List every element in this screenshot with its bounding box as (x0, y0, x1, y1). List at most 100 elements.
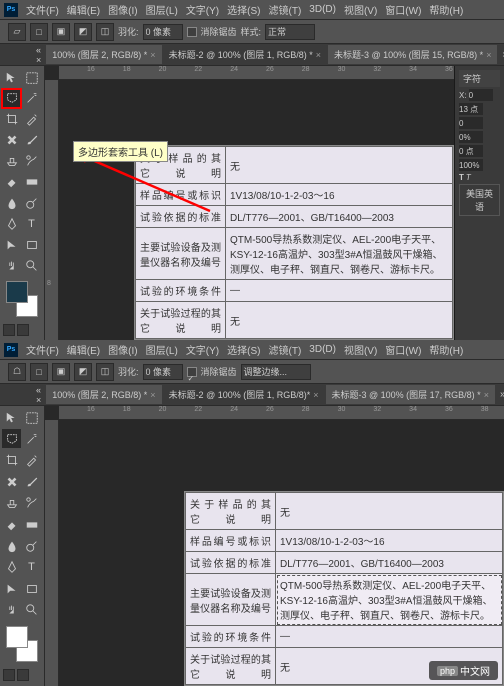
close-icon[interactable]: × (313, 390, 318, 400)
tab-overflow-icon[interactable]: » (496, 389, 504, 400)
hand-tool-icon[interactable] (2, 256, 21, 275)
spot-heal-tool-icon[interactable] (2, 131, 21, 150)
menu-layer[interactable]: 图层(L) (142, 340, 182, 359)
menu-edit[interactable]: 编辑(E) (63, 0, 104, 19)
close-icon[interactable]: × (150, 390, 155, 400)
text-italic-icon[interactable]: T (466, 173, 471, 182)
close-icon[interactable]: × (150, 50, 155, 60)
panel-tab-character[interactable]: 字符 (459, 70, 500, 87)
boolean-new-icon[interactable]: □ (30, 363, 48, 381)
path-select-tool-icon[interactable] (2, 579, 21, 598)
canvas[interactable]: 161820222426283032343638404244 8 多边形套索工具… (45, 66, 454, 340)
pen-tool-icon[interactable] (2, 214, 21, 233)
lasso-tool-icon[interactable] (2, 89, 21, 108)
boolean-new-icon[interactable]: □ (30, 23, 48, 41)
crop-tool-icon[interactable] (2, 451, 21, 470)
gradient-tool-icon[interactable] (22, 173, 41, 192)
text-bold-icon[interactable]: T (459, 173, 464, 182)
close-icon[interactable]: × (486, 50, 491, 60)
move-tool-icon[interactable] (2, 408, 21, 427)
foreground-color[interactable] (6, 626, 28, 648)
path-select-tool-icon[interactable] (2, 235, 21, 254)
boolean-subtract-icon[interactable]: ◩ (74, 363, 92, 381)
color-swatch[interactable] (6, 281, 38, 317)
menu-filter[interactable]: 滤镜(T) (265, 0, 306, 19)
eyedropper-tool-icon[interactable] (22, 110, 41, 129)
type-tool-icon[interactable]: T (22, 558, 41, 577)
antialias-checkbox[interactable] (187, 27, 197, 37)
menu-view[interactable]: 视图(V) (340, 0, 381, 19)
tab-overflow-icon[interactable]: » (498, 49, 504, 60)
value-input-1[interactable] (459, 117, 483, 129)
eyedropper-tool-icon[interactable] (22, 451, 41, 470)
gradient-tool-icon[interactable] (22, 515, 41, 534)
menu-help[interactable]: 帮助(H) (425, 0, 467, 19)
menu-image[interactable]: 图像(I) (104, 340, 141, 359)
brush-tool-icon[interactable] (22, 472, 41, 491)
menu-file[interactable]: 文件(F) (22, 340, 63, 359)
x-input[interactable] (469, 89, 493, 101)
menu-window[interactable]: 窗口(W) (381, 0, 425, 19)
menu-select[interactable]: 选择(S) (223, 340, 264, 359)
close-icon[interactable]: × (316, 50, 321, 60)
boolean-add-icon[interactable]: ▣ (52, 23, 70, 41)
type-tool-icon[interactable]: T (22, 214, 41, 233)
magic-wand-tool-icon[interactable] (22, 429, 41, 448)
history-brush-tool-icon[interactable] (22, 152, 41, 171)
marquee-tool-icon[interactable] (22, 408, 41, 427)
menu-select[interactable]: 选择(S) (223, 0, 264, 19)
document-tab-1[interactable]: 100% (图层 2, RGB/8) *× (46, 45, 161, 64)
menu-file[interactable]: 文件(F) (22, 0, 63, 19)
eraser-tool-icon[interactable] (2, 173, 21, 192)
screenmode-icon[interactable] (17, 669, 29, 681)
move-tool-icon[interactable] (2, 68, 21, 87)
indent-input[interactable] (459, 145, 483, 157)
size-input[interactable] (459, 103, 483, 115)
spot-heal-tool-icon[interactable] (2, 472, 21, 491)
tool-preset-icon[interactable]: ☖ (8, 363, 26, 381)
crop-tool-icon[interactable] (2, 110, 21, 129)
document-tab-2[interactable]: 未标题-2 @ 100% (图层 1, RGB/8) *× (163, 45, 327, 64)
menu-edit[interactable]: 编辑(E) (63, 340, 104, 359)
clone-stamp-tool-icon[interactable] (2, 152, 21, 171)
menu-type[interactable]: 文字(Y) (182, 0, 223, 19)
tab-nav-icon[interactable]: « × (36, 45, 41, 65)
eraser-tool-icon[interactable] (2, 515, 21, 534)
feather-input[interactable] (143, 24, 183, 40)
menu-layer[interactable]: 图层(L) (142, 0, 182, 19)
rectangle-tool-icon[interactable] (22, 579, 41, 598)
scale-input[interactable] (459, 159, 483, 171)
quickmask-icon[interactable] (3, 324, 15, 336)
antialias-checkbox[interactable] (187, 367, 197, 377)
hand-tool-icon[interactable] (2, 601, 21, 620)
document-tab-2[interactable]: 未标题-2 @ 100% (图层 1, RGB/8)*× (163, 385, 325, 404)
zoom-tool-icon[interactable] (22, 256, 41, 275)
marquee-tool-icon[interactable] (22, 68, 41, 87)
rectangle-tool-icon[interactable] (22, 235, 41, 254)
menu-3d[interactable]: 3D(D) (305, 2, 340, 17)
history-brush-tool-icon[interactable] (22, 494, 41, 513)
pen-tool-icon[interactable] (2, 558, 21, 577)
boolean-add-icon[interactable]: ▣ (52, 363, 70, 381)
refine-edge-button[interactable]: 调整边缘... (241, 364, 311, 380)
canvas[interactable]: 161820222426283032343638404244 关 于 样 品 的… (45, 406, 504, 686)
feather-input[interactable] (143, 364, 183, 380)
zoom-tool-icon[interactable] (22, 601, 41, 620)
menu-image[interactable]: 图像(I) (104, 0, 141, 19)
brush-tool-icon[interactable] (22, 131, 41, 150)
boolean-intersect-icon[interactable]: ◫ (96, 363, 114, 381)
menu-view[interactable]: 视图(V) (340, 340, 381, 359)
style-dropdown[interactable]: 正常 (265, 24, 315, 40)
dodge-tool-icon[interactable] (22, 193, 41, 212)
clone-stamp-tool-icon[interactable] (2, 494, 21, 513)
menu-filter[interactable]: 滤镜(T) (265, 340, 306, 359)
screenmode-icon[interactable] (17, 324, 29, 336)
close-icon[interactable]: × (484, 390, 489, 400)
color-swatch[interactable] (6, 626, 38, 662)
tool-preset-icon[interactable]: ▱ (8, 23, 26, 41)
menu-3d[interactable]: 3D(D) (305, 342, 340, 357)
document-tab-1[interactable]: 100% (图层 2, RGB/8) *× (46, 385, 161, 404)
blur-tool-icon[interactable] (2, 193, 21, 212)
boolean-subtract-icon[interactable]: ◩ (74, 23, 92, 41)
boolean-intersect-icon[interactable]: ◫ (96, 23, 114, 41)
